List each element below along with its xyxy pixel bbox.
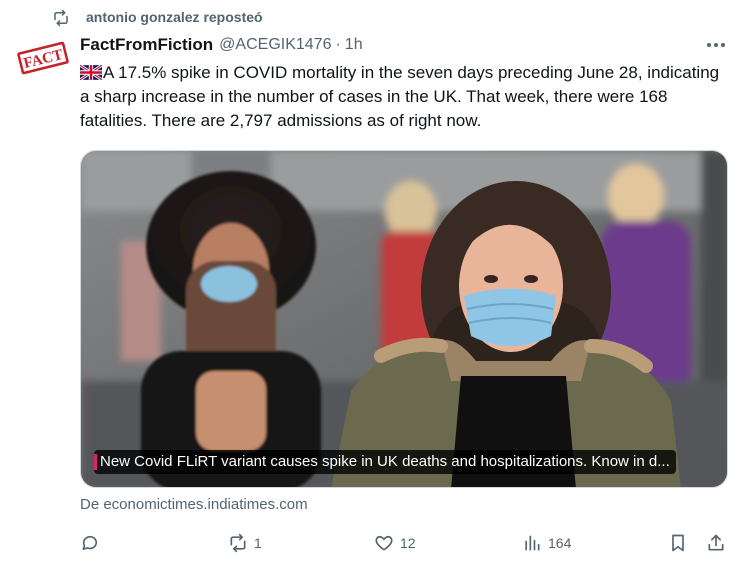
analytics-icon	[525, 535, 540, 551]
tweet-header: FactFromFiction @ACEGIK1476 · 1h	[80, 34, 363, 56]
fact-stamp-logo: FACT	[17, 41, 69, 75]
bookmark-icon	[672, 534, 684, 552]
link-card-title: New Covid FLiRT variant causes spike in …	[94, 450, 676, 474]
repost-button[interactable]: 1	[228, 530, 262, 556]
author-name[interactable]: FactFromFiction	[80, 35, 213, 55]
avatar[interactable]: FACT	[16, 38, 70, 78]
like-count: 12	[400, 535, 416, 551]
views-count: 164	[548, 535, 572, 551]
repost-text[interactable]: antonio gonzalez reposteó	[86, 9, 263, 25]
more-icon	[707, 43, 725, 47]
link-card[interactable]: New Covid FLiRT variant causes spike in …	[80, 150, 728, 488]
repost-count: 1	[254, 535, 262, 551]
repost-icon	[54, 9, 68, 27]
tweet-timestamp[interactable]: 1h	[345, 36, 363, 54]
tweet-text: A 17.5% spike in COVID mortality in the …	[80, 61, 730, 133]
share-button[interactable]	[706, 530, 726, 556]
tweet-body: A 17.5% spike in COVID mortality in the …	[80, 63, 720, 130]
uk-flag-icon	[80, 65, 102, 80]
like-button[interactable]: 12	[374, 530, 416, 556]
author-handle[interactable]: @ACEGIK1476	[219, 36, 331, 54]
reply-button[interactable]	[80, 530, 100, 556]
bookmark-button[interactable]	[668, 530, 688, 556]
article-image	[81, 151, 727, 487]
heart-icon	[375, 535, 393, 551]
action-bar: 1 12 164	[0, 530, 752, 556]
repost-icon	[230, 533, 246, 553]
repost-indicator[interactable]: antonio gonzalez reposteó	[52, 8, 263, 28]
link-source[interactable]: De economictimes.indiatimes.com	[80, 496, 308, 513]
views-button[interactable]: 164	[522, 530, 571, 556]
more-options-button[interactable]	[704, 34, 728, 56]
share-icon	[708, 534, 724, 551]
reply-icon	[82, 535, 98, 551]
separator-dot: ·	[335, 36, 341, 53]
